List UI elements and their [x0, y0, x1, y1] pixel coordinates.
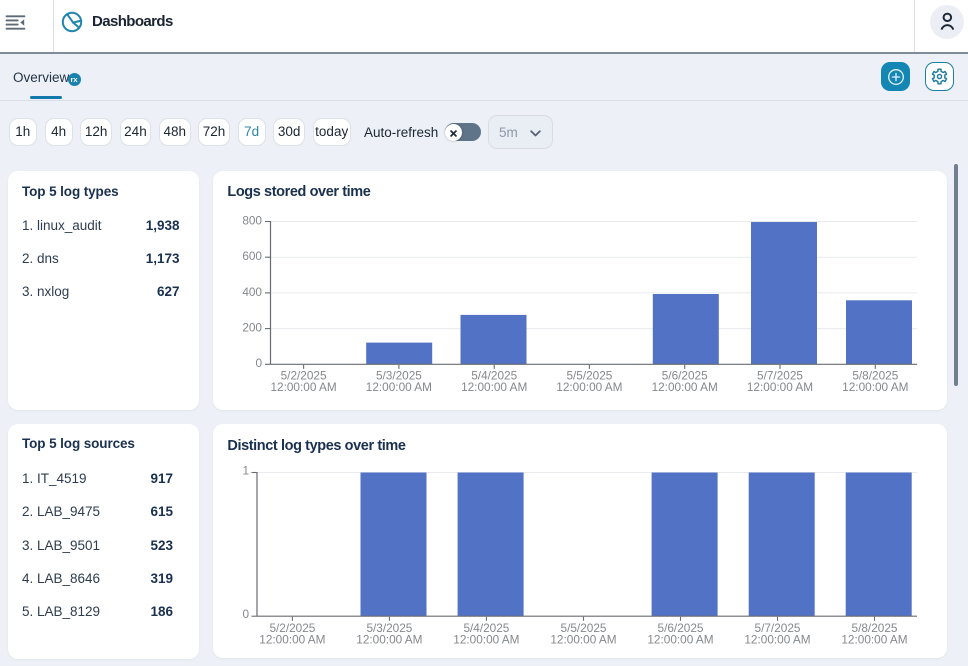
- svg-text:Logs stored over time: Logs stored over time: [227, 184, 370, 200]
- svg-text:12:00:00 AM: 12:00:00 AM: [652, 380, 718, 394]
- svg-text:12:00:00 AM: 12:00:00 AM: [366, 380, 432, 394]
- svg-text:12:00:00 AM: 12:00:00 AM: [453, 633, 519, 647]
- svg-text:12:00:00 AM: 12:00:00 AM: [747, 380, 813, 394]
- svg-text:800: 800: [242, 213, 262, 227]
- svg-text:0: 0: [242, 607, 249, 621]
- svg-text:400: 400: [242, 285, 262, 299]
- svg-text:12:00:00 AM: 12:00:00 AM: [550, 633, 616, 647]
- svg-text:200: 200: [242, 321, 262, 335]
- svg-text:12:00:00 AM: 12:00:00 AM: [647, 633, 713, 647]
- svg-text:12:00:00 AM: 12:00:00 AM: [841, 633, 907, 647]
- svg-text:12:00:00 AM: 12:00:00 AM: [842, 380, 908, 394]
- svg-text:Distinct log types over time: Distinct log types over time: [227, 438, 405, 454]
- svg-text:12:00:00 AM: 12:00:00 AM: [259, 633, 325, 647]
- svg-text:12:00:00 AM: 12:00:00 AM: [461, 380, 527, 394]
- svg-text:12:00:00 AM: 12:00:00 AM: [744, 633, 810, 647]
- svg-text:12:00:00 AM: 12:00:00 AM: [270, 380, 336, 394]
- svg-text:0: 0: [255, 356, 262, 370]
- svg-text:12:00:00 AM: 12:00:00 AM: [356, 633, 422, 647]
- svg-text:600: 600: [242, 249, 262, 263]
- svg-text:12:00:00 AM: 12:00:00 AM: [556, 380, 622, 394]
- svg-text:1: 1: [242, 464, 249, 478]
